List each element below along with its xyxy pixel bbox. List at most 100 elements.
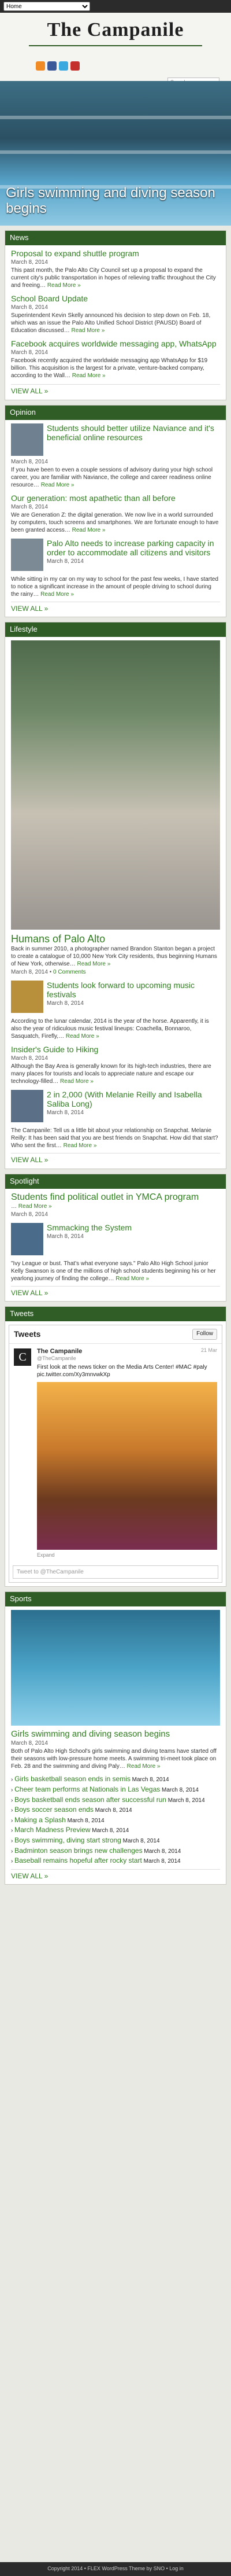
hero-feature[interactable]: Girls swimming and diving season begins <box>0 81 231 226</box>
story-title-link[interactable]: School Board Update <box>11 294 88 303</box>
rss-icon[interactable] <box>36 61 45 71</box>
youtube-icon[interactable] <box>70 61 80 71</box>
sports-view-all-link[interactable]: VIEW ALL » <box>11 1872 48 1880</box>
footer: Copyright 2014 • FLEX WordPress Theme by… <box>0 2562 231 2576</box>
story-thumbnail[interactable] <box>11 1090 43 1123</box>
story-title-link[interactable]: Girls swimming and diving season begins <box>11 1729 170 1739</box>
tweet-time[interactable]: 21 Mar <box>201 1347 217 1354</box>
story-thumbnail[interactable] <box>11 1222 43 1255</box>
list-item: › Cheer team performs at Nationals in La… <box>11 1785 199 1793</box>
news-story: School Board Update March 8, 2014 Superi… <box>11 294 220 334</box>
story-thumbnail[interactable] <box>11 980 43 1013</box>
headline-link[interactable]: Cheer team performs at Nationals in Las … <box>14 1785 160 1793</box>
story-excerpt: This past month, the Palo Alto City Coun… <box>11 267 216 289</box>
headline-date: March 8, 2014 <box>132 1777 169 1783</box>
story-date: March 8, 2014 <box>11 968 48 975</box>
story-title-link[interactable]: Students look forward to upcoming music … <box>47 981 195 999</box>
spotlight-panel: Spotlight Students find political outlet… <box>5 1173 226 1302</box>
opinion-story: Students should better utilize Naviance … <box>11 423 220 456</box>
social-icons <box>36 61 80 71</box>
story-title-link[interactable]: 2 in 2,000 (With Melanie Reilly and Isab… <box>47 1090 202 1108</box>
spotlight-story: Students find political outlet in YMCA p… <box>11 1192 220 1218</box>
story-title-link[interactable]: Students find political outlet in YMCA p… <box>11 1192 199 1202</box>
story-thumbnail[interactable] <box>11 423 43 456</box>
news-story: Proposal to expand shuttle program March… <box>11 249 220 289</box>
read-more-link[interactable]: Read More » <box>60 1078 94 1085</box>
story-title-link[interactable]: Smmacking the System <box>47 1223 132 1232</box>
hero-headline[interactable]: Girls swimming and diving season begins <box>6 186 231 216</box>
tweet-text: First look at the news ticker on the Med… <box>37 1363 207 1378</box>
tweet-image[interactable] <box>37 1381 217 1550</box>
feature-photo[interactable] <box>11 640 220 930</box>
spotlight-view-all-link[interactable]: VIEW ALL » <box>11 1289 48 1297</box>
read-more-link[interactable]: Read More » <box>72 327 105 334</box>
read-more-link[interactable]: Read More » <box>72 527 106 533</box>
headline-link[interactable]: March Madness Preview <box>14 1826 90 1834</box>
read-more-link[interactable]: Read More » <box>64 1143 97 1149</box>
story-date: March 8, 2014 <box>11 458 48 465</box>
list-item: › Girls basketball season ends in semis … <box>11 1775 169 1783</box>
headline-date: March 8, 2014 <box>92 1827 129 1834</box>
story-title-link[interactable]: Palo Alto needs to increase parking capa… <box>47 539 214 557</box>
follow-button[interactable]: Follow <box>192 1329 217 1340</box>
headline-link[interactable]: Badminton season brings new challenges <box>14 1847 142 1855</box>
twitter-icon[interactable] <box>59 61 68 71</box>
list-item: › Boys soccer season ends March 8, 2014 <box>11 1805 132 1814</box>
story-title-link[interactable]: Students should better utilize Naviance … <box>47 423 214 442</box>
headline-link[interactable]: Boys basketball ends season after succes… <box>14 1796 166 1804</box>
lifestyle-panel: Lifestyle Humans of Palo Alto Back in su… <box>5 622 226 1169</box>
headline-date: March 8, 2014 <box>167 1797 205 1804</box>
headline-link[interactable]: Girls basketball season ends in semis <box>14 1775 131 1783</box>
story-excerpt: Although the Bay Area is generally known… <box>11 1063 211 1085</box>
read-more-link[interactable]: Read More » <box>41 482 74 488</box>
sports-feature-story: Girls swimming and diving season begins … <box>11 1729 220 1770</box>
story-excerpt: We are Generation Z: the digital generat… <box>11 511 219 533</box>
read-more-link[interactable]: Read More » <box>116 1276 149 1282</box>
tweets-panel: Tweets Tweets Follow C The Campanile 21 … <box>5 1306 226 1587</box>
read-more-link[interactable]: Read More » <box>77 961 111 967</box>
comments-link[interactable]: 0 Comments <box>53 969 86 975</box>
read-more-link[interactable]: Read More » <box>72 373 106 379</box>
story-title-link[interactable]: Facebook acquires worldwide messaging ap… <box>11 339 217 348</box>
tweet-handle[interactable]: @TheCampanile <box>37 1355 217 1362</box>
read-more-link[interactable]: Read More » <box>18 1203 52 1210</box>
sports-panel: Sports Girls swimming and diving season … <box>5 1591 226 1885</box>
story-date: March 8, 2014 <box>47 1000 84 1007</box>
headline-link[interactable]: Making a Splash <box>14 1816 66 1824</box>
story-title-link[interactable]: Humans of Palo Alto <box>11 933 105 945</box>
opinion-heading: Opinion <box>5 405 226 420</box>
headline-link[interactable]: Boys swimming, diving start strong <box>14 1836 121 1844</box>
read-more-link[interactable]: Read More » <box>127 1763 161 1770</box>
avatar[interactable]: C <box>14 1348 31 1366</box>
story-date: March 8, 2014 <box>11 1055 48 1062</box>
tweet-compose-box[interactable]: Tweet to @TheCampanile <box>13 1565 218 1579</box>
read-more-link[interactable]: Read More » <box>47 282 81 289</box>
nav-menu-select[interactable]: Home <box>3 2 90 11</box>
opinion-story: Palo Alto needs to increase parking capa… <box>11 538 220 571</box>
story-date: March 8, 2014 <box>11 1211 48 1218</box>
site-logo[interactable]: The Campanile <box>6 17 225 43</box>
tweet-user[interactable]: The Campanile <box>37 1348 82 1355</box>
story-title-link[interactable]: Proposal to expand shuttle program <box>11 249 139 258</box>
tweets-heading: Tweets <box>5 1307 226 1322</box>
news-view-all-link[interactable]: VIEW ALL » <box>11 387 48 395</box>
facebook-icon[interactable] <box>47 61 57 71</box>
headline-link[interactable]: Baseball remains hopeful after rocky sta… <box>14 1856 142 1864</box>
story-date: March 8, 2014 <box>11 1740 48 1747</box>
masthead-rule <box>29 45 202 47</box>
read-more-link[interactable]: Read More » <box>40 591 74 598</box>
lifestyle-view-all-link[interactable]: VIEW ALL » <box>11 1156 48 1164</box>
story-title-link[interactable]: Insider's Guide to Hiking <box>11 1045 98 1054</box>
read-more-link[interactable]: Read More » <box>66 1033 99 1040</box>
sports-feature-photo[interactable] <box>11 1610 220 1726</box>
news-story: Facebook acquires worldwide messaging ap… <box>11 339 220 379</box>
story-date: March 8, 2014 <box>11 503 48 510</box>
story-thumbnail[interactable] <box>11 538 43 571</box>
news-heading: News <box>5 231 226 245</box>
headline-date: March 8, 2014 <box>144 1848 181 1855</box>
headline-link[interactable]: Boys soccer season ends <box>14 1805 94 1814</box>
opinion-view-all-link[interactable]: VIEW ALL » <box>11 605 48 613</box>
tweet-expand-link[interactable]: Expand <box>37 1552 217 1559</box>
story-title-link[interactable]: Our generation: most apathetic than all … <box>11 493 176 503</box>
headline-date: March 8, 2014 <box>122 1837 160 1844</box>
